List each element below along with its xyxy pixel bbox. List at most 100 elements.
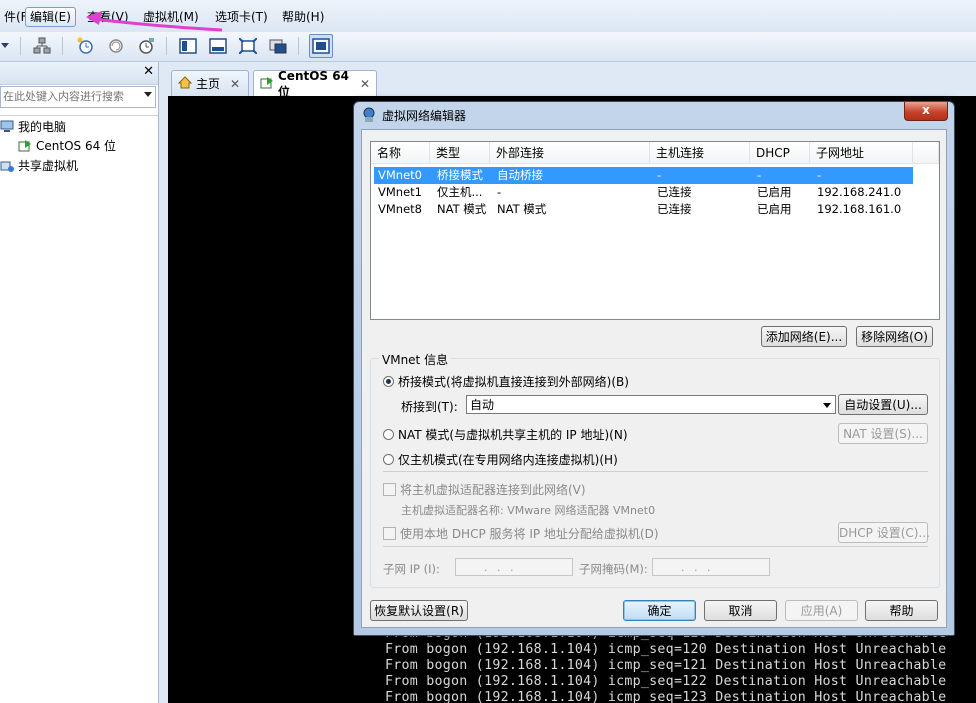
snapshot-manager-icon[interactable] [136,36,156,56]
chevron-down-icon[interactable] [144,92,152,97]
apply-button[interactable]: 应用(A) [785,600,858,621]
table-cell: VMnet0 [378,168,422,182]
bridge-to-select[interactable]: 自动 [466,395,836,414]
unity-icon[interactable] [268,36,288,56]
dropdown-arrow-icon[interactable] [0,36,10,56]
network-table[interactable]: 名称 类型 外部连接 主机连接 DHCP 子网地址 VMnet0 桥接模式 自动… [370,141,940,320]
table-cell: 自动桥接 [497,168,543,182]
help-button[interactable]: 帮助 [865,600,938,621]
table-row[interactable]: VMnet1 仅主机... - 已连接 已启用 192.168.241.0 [374,184,913,201]
network-icon[interactable] [32,36,52,56]
thumbnail-view-icon[interactable] [309,34,333,58]
tab-strip: 主页 ✕ CentOS 64 位 ✕ [168,62,976,99]
table-row[interactable]: VMnet0 桥接模式 自动桥接 - - - [374,167,913,184]
column-header-filler [913,142,939,164]
toolbar-separator [298,37,299,55]
menu-view[interactable]: 查看(V) [83,8,133,26]
snapshot-take-icon[interactable] [76,36,96,56]
column-header[interactable]: DHCP [750,142,810,164]
toolbar-separator [20,37,21,55]
column-header[interactable]: 名称 [371,142,430,164]
dialog-title: 虚拟网络编辑器 [382,109,467,123]
checkbox-label: 将主机虚拟适配器连接到此网络(V) [400,483,586,497]
table-cell: NAT 模式 [437,202,487,216]
close-icon[interactable]: ✕ [360,77,370,91]
tab-label: CentOS 64 位 [278,68,349,99]
table-cell: VMnet1 [378,185,422,199]
table-cell: 桥接模式 [437,168,483,182]
menu-edit[interactable]: 编辑(E) [25,7,76,27]
bridge-to-value: 自动 [470,398,495,412]
menu-help[interactable]: 帮助(H) [278,8,328,26]
library-panel: ✕ 我的电脑 CentOS 64 位 共享虚拟机 [0,62,159,703]
dhcp-settings-button[interactable]: DHCP 设置(C)... [838,522,930,543]
divider [383,546,928,547]
dialog-close-button[interactable]: x [904,102,948,121]
console-view-icon[interactable] [178,36,198,56]
table-row[interactable]: VMnet8 NAT 模式 NAT 模式 已连接 已启用 192.168.161… [374,201,913,218]
toolbar-separator [62,37,63,55]
cancel-button[interactable]: 取消 [704,600,777,621]
checkbox-indicator [383,483,396,496]
table-cell: 已连接 [657,202,692,216]
close-icon[interactable]: ✕ [143,65,154,79]
console-line: From bogon (192.168.1.104) icmp_seq=120 … [385,642,947,657]
table-cell: 已启用 [757,202,792,216]
nat-mode-radio[interactable]: NAT 模式(与虚拟机共享主机的 IP 地址)(N) [383,426,628,443]
tree-item-centos[interactable]: CentOS 64 位 [18,137,116,155]
table-cell: VMnet8 [378,202,422,216]
column-header[interactable]: 类型 [430,142,490,164]
fullscreen-icon[interactable] [238,36,258,56]
table-cell: 192.168.241.0 [817,185,902,199]
divider [0,115,158,116]
ok-button[interactable]: 确定 [623,600,696,621]
column-header[interactable]: 外部连接 [490,142,650,164]
table-cell: - [817,168,822,182]
use-dhcp-checkbox[interactable]: 使用本地 DHCP 服务将 IP 地址分配给虚拟机(D) [383,525,659,542]
toolbar-separator [166,37,167,55]
menu-tabs[interactable]: 选项卡(T) [211,8,272,26]
chevron-down-icon[interactable] [823,403,831,408]
menu-bar: 件(F) 编辑(E) 查看(V) 虚拟机(M) 选项卡(T) 帮助(H) [0,0,976,33]
table-cell: 已连接 [657,185,692,199]
column-header[interactable]: 子网地址 [810,142,913,164]
virtual-network-editor-dialog: 虚拟网络编辑器 x 名称 类型 外部连接 主机连接 DHCP 子网地址 VMne… [353,101,955,636]
radio-label: NAT 模式(与虚拟机共享主机的 IP 地址)(N) [398,428,628,442]
console-line: From bogon (192.168.1.104) icmp_seq=122 … [385,674,947,689]
column-header[interactable]: 主机连接 [650,142,750,164]
search-input[interactable] [1,87,139,105]
remove-network-button[interactable]: 移除网络(O) [856,326,933,347]
vmnet-info-group: VMnet 信息 桥接模式(将虚拟机直接连接到外部网络)(B) 桥接到(T): … [370,351,940,588]
subnet-ip-input[interactable]: . . . [455,558,573,576]
radio-indicator [383,429,394,440]
bridge-to-label: 桥接到(T): [401,400,458,414]
tab-home[interactable]: 主页 ✕ [171,70,249,96]
table-cell: 仅主机... [437,185,483,199]
add-network-button[interactable]: 添加网络(E)... [761,326,847,347]
table-cell: - [657,168,662,182]
library-search[interactable] [0,86,156,108]
bridged-mode-radio[interactable]: 桥接模式(将虚拟机直接连接到外部网络)(B) [383,373,629,390]
quick-switch-icon[interactable] [208,36,228,56]
snapshot-revert-icon[interactable] [106,36,126,56]
tree-item-my-computer[interactable]: 我的电脑 [0,118,66,136]
connect-adapter-checkbox[interactable]: 将主机虚拟适配器连接到此网络(V) [383,481,586,498]
host-only-mode-radio[interactable]: 仅主机模式(在专用网络内连接虚拟机)(H) [383,451,618,468]
nat-settings-button[interactable]: NAT 设置(S)... [838,423,928,444]
tree-item-label: 我的电脑 [18,120,67,134]
dialog-titlebar[interactable]: 虚拟网络编辑器 x [354,102,954,128]
home-icon [177,75,193,92]
tree-item-shared-vms[interactable]: 共享虚拟机 [0,157,78,175]
close-icon[interactable]: ✕ [230,77,240,91]
tab-label: 主页 [196,77,221,91]
toolbar [0,32,976,62]
auto-settings-button[interactable]: 自动设置(U)... [838,394,928,415]
vm-running-icon [18,139,32,153]
restore-defaults-button[interactable]: 恢复默认设置(R) [370,600,468,621]
group-label: VMnet 信息 [379,351,452,368]
library-header: ✕ [0,62,158,85]
checkbox-indicator [383,527,396,540]
tab-centos[interactable]: CentOS 64 位 ✕ [253,68,377,99]
subnet-mask-input[interactable]: . . . [652,558,770,576]
menu-vm[interactable]: 虚拟机(M) [139,8,203,26]
